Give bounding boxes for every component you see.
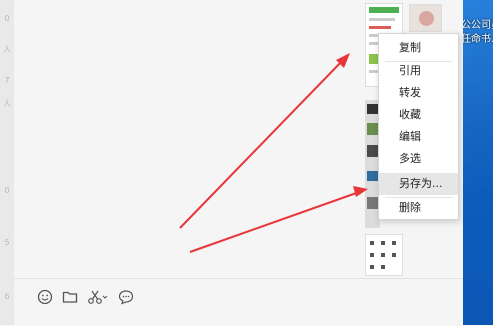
screenshot-thumbnail[interactable] xyxy=(365,234,403,276)
chat-bubble-icon[interactable] xyxy=(117,289,135,307)
menu-item-edit[interactable]: 编辑 xyxy=(379,126,458,148)
list-char: 人 xyxy=(3,45,11,54)
menu-item-forward[interactable]: 转发 xyxy=(379,82,458,104)
emoji-icon[interactable] xyxy=(36,289,54,307)
scissors-icon[interactable] xyxy=(86,289,110,307)
list-char: 6 xyxy=(4,292,10,301)
list-char: 人 xyxy=(3,99,11,108)
menu-item-quote[interactable]: 引用 xyxy=(379,60,458,82)
photo-thumbnail[interactable] xyxy=(409,4,442,32)
chat-list-strip: 0 人 7 人 0 5 6 xyxy=(0,0,14,325)
desktop-file-label[interactable]: 任命书. xyxy=(463,30,493,45)
list-char: 7 xyxy=(4,76,10,85)
desktop-file-label[interactable]: 公公司员 xyxy=(463,16,493,31)
list-char: 0 xyxy=(4,14,10,23)
list-char: 0 xyxy=(4,186,10,195)
desktop-background: 公公司员 任命书. xyxy=(463,0,493,325)
list-char: 5 xyxy=(4,238,10,247)
menu-item-delete[interactable]: 删除 xyxy=(379,197,458,219)
menu-item-multiselect[interactable]: 多选 xyxy=(379,148,458,170)
context-menu: 复制 引用 转发 收藏 编辑 多选 另存为... 删除 xyxy=(378,33,459,220)
menu-item-save-as[interactable]: 另存为... xyxy=(379,173,458,195)
folder-icon[interactable] xyxy=(61,289,79,307)
message-input-area[interactable] xyxy=(14,278,463,326)
menu-item-favorite[interactable]: 收藏 xyxy=(379,104,458,126)
menu-item-copy[interactable]: 复制 xyxy=(379,37,458,59)
